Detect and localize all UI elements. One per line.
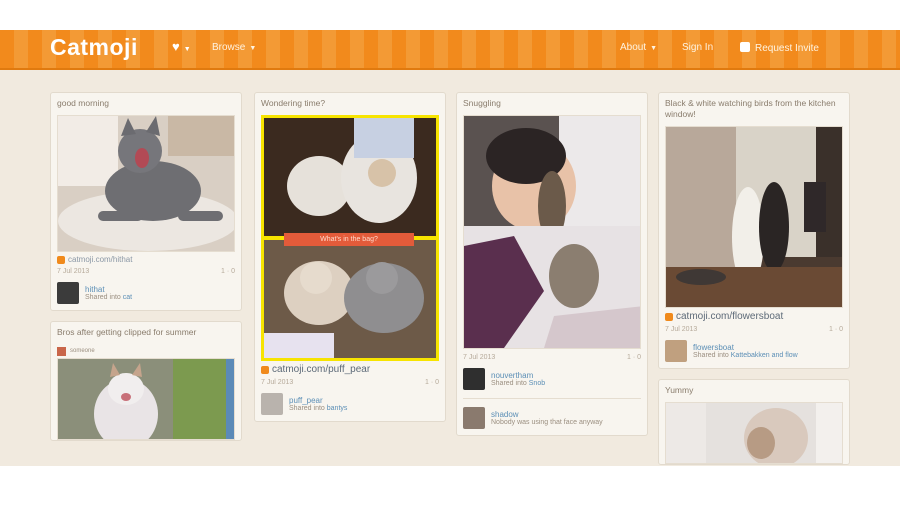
pin-meta: 7 Jul 2013 1 · 0	[261, 379, 439, 386]
yawning-cat-image	[58, 116, 234, 251]
catmoji-logo[interactable]: Catmoji	[50, 34, 138, 61]
pin-card[interactable]: Wondering time? What's in the bag? catmo…	[254, 92, 446, 422]
pin-card[interactable]: Black & white watching birds from the ki…	[658, 92, 850, 369]
heart-icon[interactable]: ♥ ▼	[172, 39, 191, 54]
column-4: Black & white watching birds from the ki…	[658, 92, 850, 466]
like-repin-counts: 1 · 0	[220, 268, 235, 275]
avatar[interactable]	[665, 340, 687, 362]
like-repin-counts: 1 · 0	[828, 326, 843, 333]
sign-in-link[interactable]: Sign In	[682, 42, 713, 53]
about-menu[interactable]: About ▼	[620, 42, 657, 53]
shared-into: Shared into Snob	[491, 380, 546, 387]
username[interactable]: nouvertham	[491, 371, 545, 380]
pin-card[interactable]: Yummy	[658, 379, 850, 465]
clipped-cat-image	[58, 359, 234, 439]
man-and-cat-image	[464, 116, 640, 348]
column-1: good morning catmoji.com/hithat 7 Jul 20…	[50, 92, 242, 451]
avatar[interactable]	[463, 407, 485, 429]
comment-text: Nobody was using that face anyway	[491, 419, 603, 426]
page-background: Catmoji ♥ ▼ Browse ▼ About ▼ Sign In Reques…	[0, 30, 900, 466]
cat-photo[interactable]	[57, 115, 235, 252]
avatar[interactable]	[261, 393, 283, 415]
pin-card[interactable]: Bros after getting clipped for summer so…	[50, 321, 242, 441]
avatar[interactable]	[57, 346, 66, 356]
avatar[interactable]	[57, 282, 79, 304]
pin-user[interactable]: hithat Shared into cat	[51, 279, 241, 310]
cat-photo[interactable]	[665, 126, 843, 308]
username[interactable]: shadow	[491, 410, 603, 419]
cat-photo[interactable]	[57, 358, 235, 440]
pin-title: Snuggling	[463, 98, 501, 108]
username[interactable]: puff_pear	[289, 396, 347, 405]
yummy-cat-image	[666, 403, 842, 463]
cat-photo[interactable]	[463, 115, 641, 349]
cat-photo[interactable]	[665, 402, 843, 464]
pin-source[interactable]: catmoji.com/puff_pear	[255, 361, 445, 378]
pin-card[interactable]: Snuggling 7 Jul 2013 1 · 0 nouvertham Sh…	[456, 92, 648, 436]
pin-meta: 7 Jul 2013 1 · 0	[665, 326, 843, 333]
like-repin-counts: 1 · 0	[626, 354, 641, 361]
pin-source[interactable]: catmoji.com/hithat	[51, 252, 241, 267]
pin-title: Black & white watching birds from the ki…	[665, 98, 836, 119]
pin-user[interactable]: flowersboat Shared into Kattebakken and …	[659, 337, 849, 368]
pin-title: Bros after getting clipped for summer	[57, 327, 197, 337]
catmoji-source-icon	[665, 312, 673, 321]
pin-source[interactable]: catmoji.com/flowersboat	[659, 308, 849, 325]
username[interactable]: someone	[70, 348, 95, 354]
pin-title: Yummy	[665, 385, 694, 395]
pin-meta: 7 Jul 2013 1 · 0	[463, 354, 641, 361]
shared-into: Shared into cat	[85, 294, 133, 301]
pin-user[interactable]: nouvertham Shared into Snob	[457, 365, 647, 396]
cat-icon	[740, 42, 750, 52]
shared-into: Shared into bantys	[289, 405, 348, 412]
comment[interactable]: shadow Nobody was using that face anyway	[457, 399, 647, 435]
pin-meta: 7 Jul 2013 1 · 0	[57, 268, 235, 275]
pin-title: good morning	[57, 98, 109, 108]
username[interactable]: hithat	[85, 285, 132, 294]
request-invite-link[interactable]: Request Invite	[740, 42, 819, 54]
shared-into: Shared into Kattebakken and flow	[693, 352, 798, 359]
pin-title: Wondering time?	[261, 98, 326, 108]
column-3: Snuggling 7 Jul 2013 1 · 0 nouvertham Sh…	[456, 92, 648, 446]
caption-banner: What's in the bag?	[284, 233, 414, 246]
like-repin-counts: 1 · 0	[424, 379, 439, 386]
pin-card[interactable]: good morning catmoji.com/hithat 7 Jul 20…	[50, 92, 242, 311]
page-bottom-whitespace	[0, 466, 900, 506]
catmoji-source-icon	[261, 365, 269, 374]
browse-menu[interactable]: Browse ▼	[212, 42, 256, 53]
top-navbar: Catmoji ♥ ▼ Browse ▼ About ▼ Sign In Reques…	[0, 30, 900, 70]
pin-header: someone	[57, 344, 235, 358]
avatar[interactable]	[463, 368, 485, 390]
cat-photo[interactable]: What's in the bag?	[261, 115, 439, 361]
username[interactable]: flowersboat	[693, 343, 798, 352]
pin-user[interactable]: puff_pear Shared into bantys	[255, 390, 445, 421]
column-2: Wondering time? What's in the bag? catmo…	[254, 92, 446, 432]
cats-at-window-image	[666, 127, 842, 307]
catmoji-source-icon	[57, 255, 65, 264]
